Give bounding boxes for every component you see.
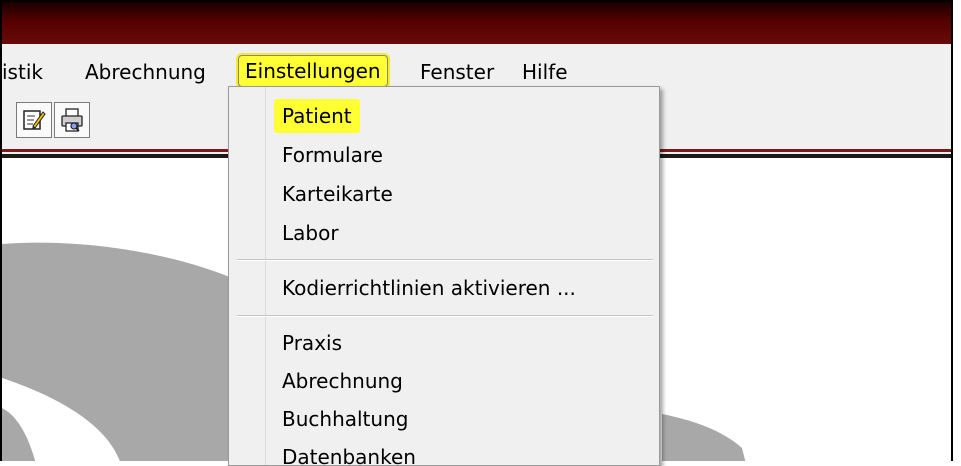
- menu-item-labor[interactable]: Labor: [282, 216, 339, 250]
- menu-fenster[interactable]: Fenster: [420, 57, 494, 87]
- einstellungen-dropdown-menu: Patient Formulare Karteikarte Labor Kodi…: [228, 86, 660, 466]
- menu-item-kodierrichtlinien[interactable]: Kodierrichtlinien aktivieren ...: [282, 271, 576, 305]
- menu-gutter: [229, 87, 266, 465]
- menu-item-datenbanken[interactable]: Datenbanken: [282, 440, 416, 465]
- menu-bar: istik Abrechnung Einstellungen Fenster H…: [2, 44, 951, 92]
- menu-hilfe[interactable]: Hilfe: [522, 57, 568, 87]
- menu-item-karteikarte[interactable]: Karteikarte: [282, 177, 393, 211]
- menu-item-praxis[interactable]: Praxis: [282, 326, 342, 360]
- edit-document-icon: [23, 110, 46, 130]
- edit-document-button[interactable]: [16, 102, 52, 138]
- print-preview-button[interactable]: [54, 102, 90, 138]
- menu-item-abrechnung[interactable]: Abrechnung: [282, 364, 403, 398]
- menu-statistik[interactable]: istik: [2, 57, 43, 87]
- menu-separator: [237, 259, 653, 261]
- menu-item-patient[interactable]: Patient: [274, 99, 360, 133]
- menu-abrechnung[interactable]: Abrechnung: [85, 57, 206, 87]
- title-bar: [2, 2, 951, 44]
- menu-item-buchhaltung[interactable]: Buchhaltung: [282, 402, 408, 436]
- print-preview-icon: [61, 108, 83, 132]
- menu-separator: [237, 315, 653, 317]
- menu-item-formulare[interactable]: Formulare: [282, 138, 383, 172]
- menu-einstellungen[interactable]: Einstellungen: [238, 55, 388, 87]
